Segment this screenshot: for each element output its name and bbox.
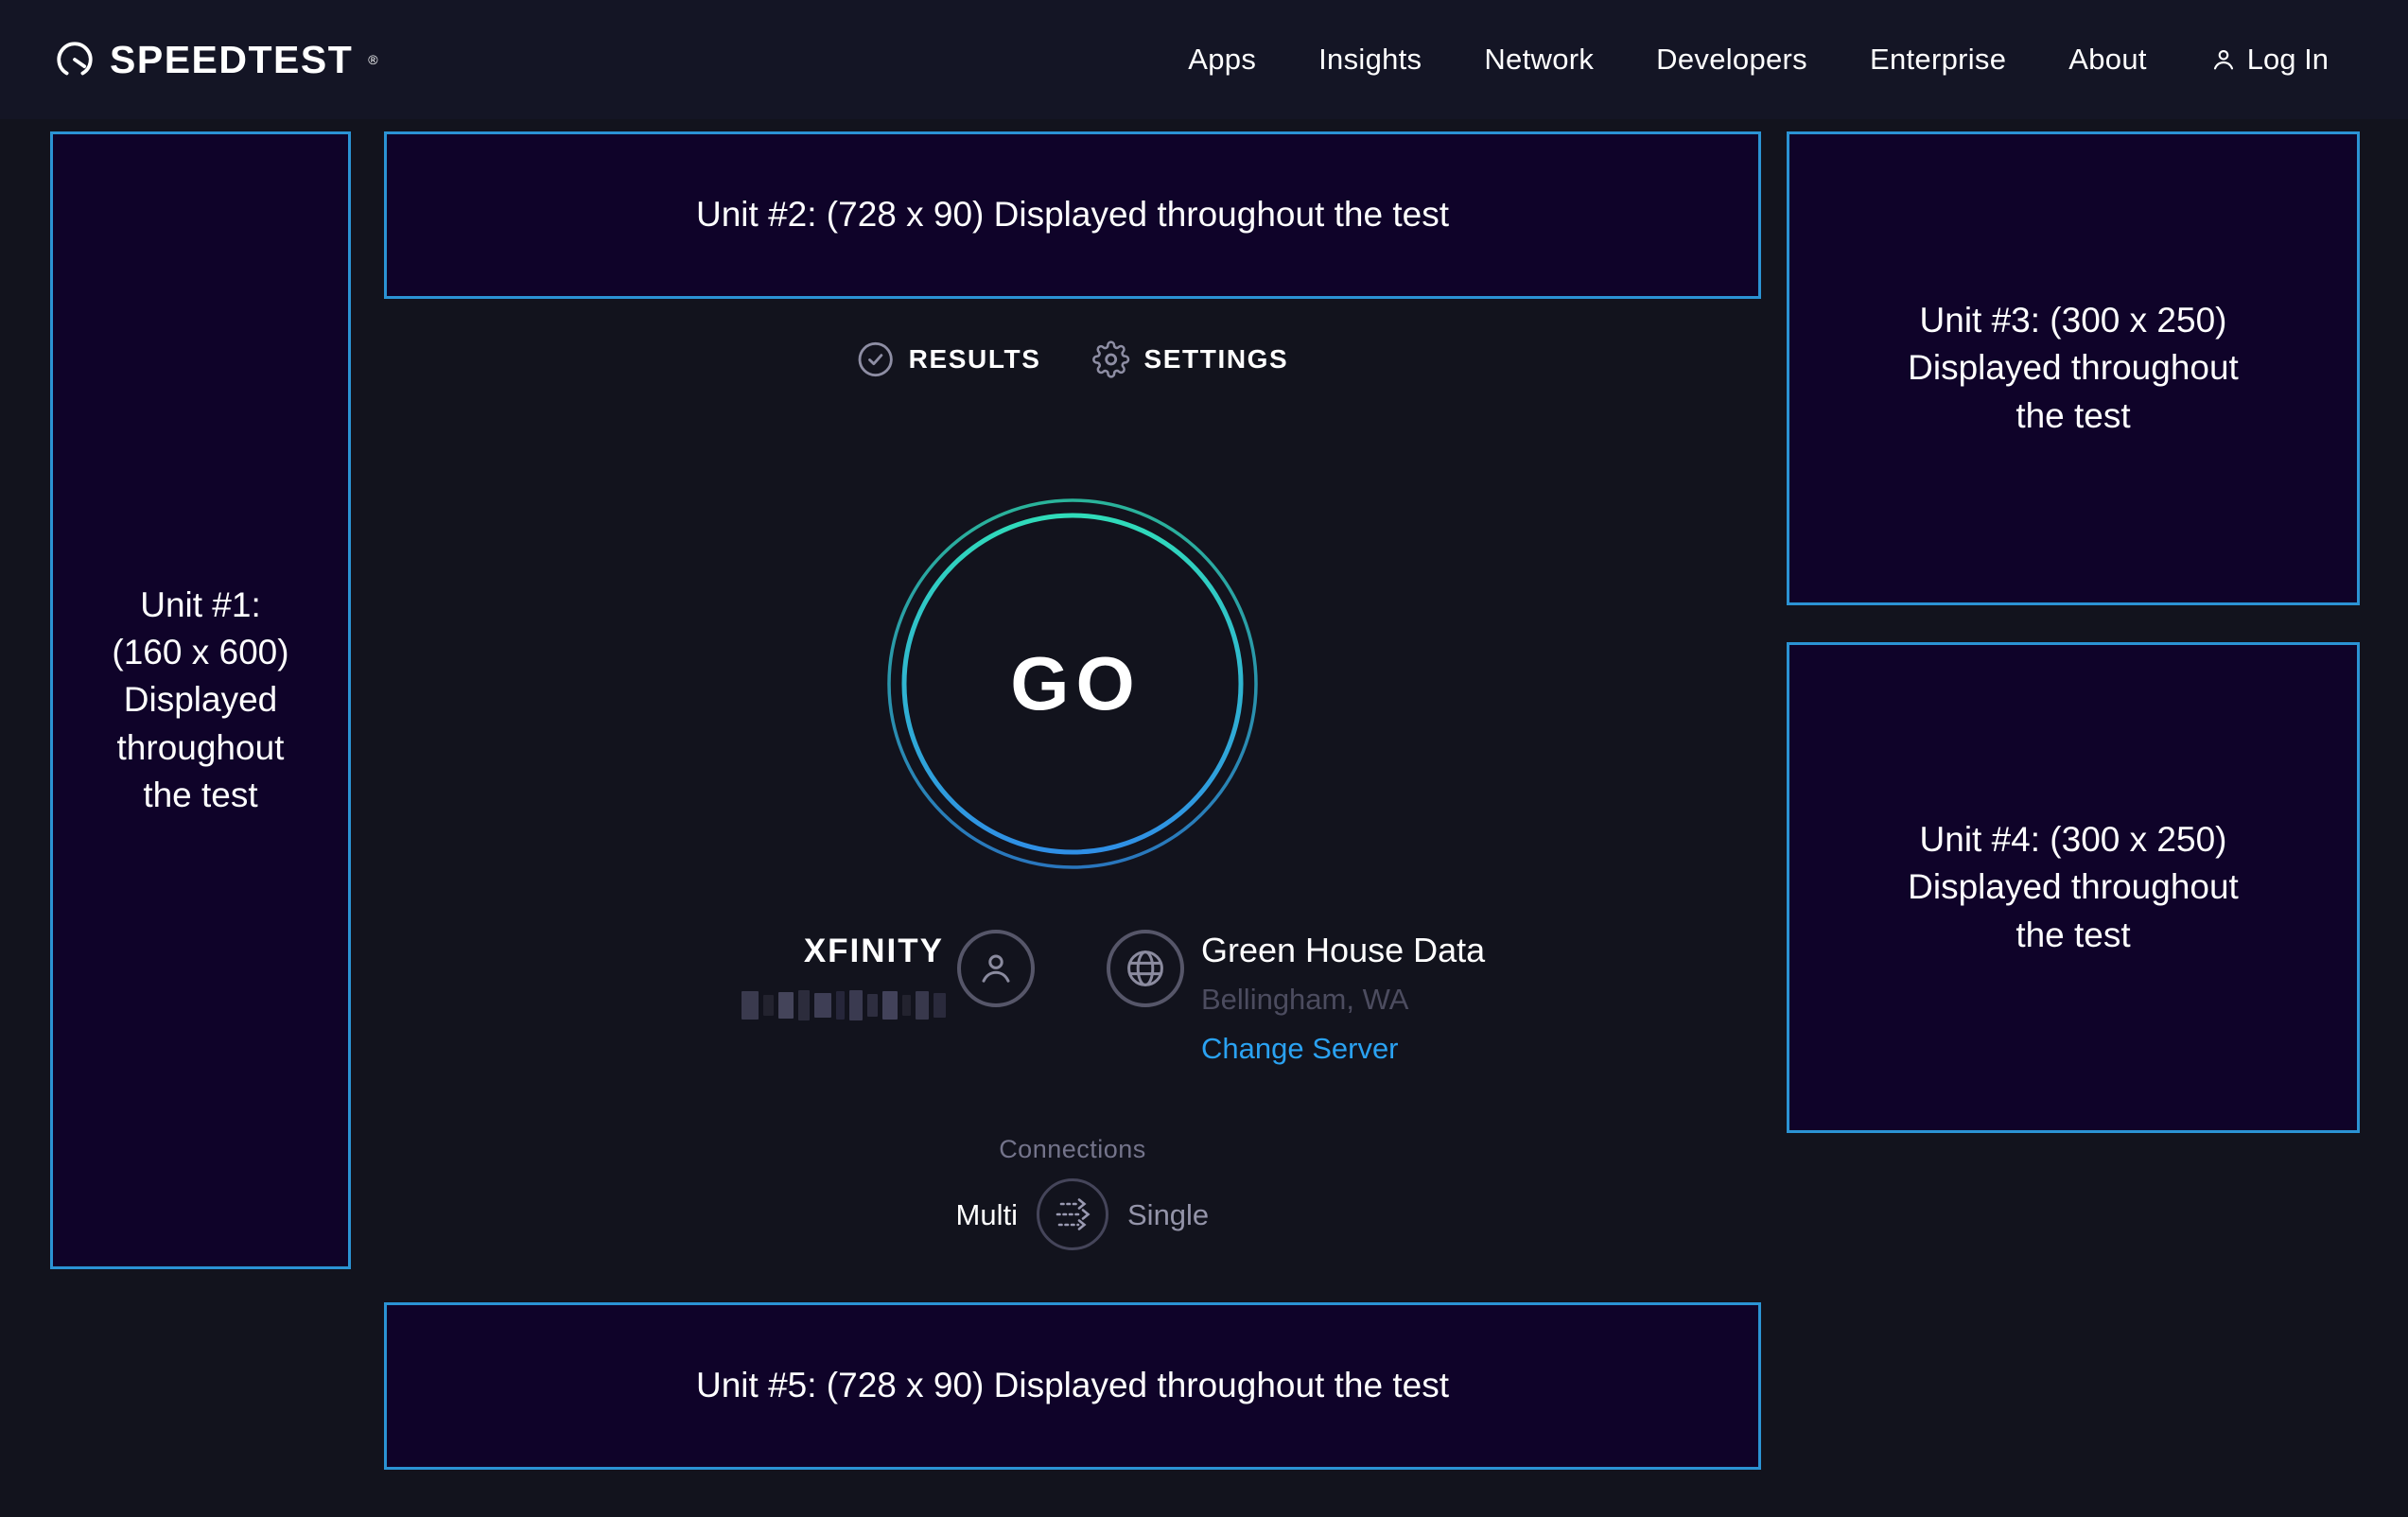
user-icon: [2209, 45, 2238, 74]
redacted-ip-blocks: [742, 989, 946, 1021]
go-button-label: GO: [886, 497, 1259, 870]
server-location: Bellingham, WA: [1201, 983, 1485, 1017]
ad-unit-1[interactable]: Unit #1: (160 x 600) Displayed throughou…: [50, 131, 351, 1269]
nav-item-developers[interactable]: Developers: [1656, 43, 1807, 77]
ad-unit-4[interactable]: Unit #4: (300 x 250) Displayed throughou…: [1787, 642, 2360, 1133]
ad-unit-2[interactable]: Unit #2: (728 x 90) Displayed throughout…: [384, 131, 1761, 299]
nav-item-apps[interactable]: Apps: [1188, 43, 1256, 77]
tab-settings[interactable]: SETTINGS: [1091, 340, 1288, 378]
ad-unit-3-text: Unit #3: (300 x 250) Displayed throughou…: [1908, 297, 2239, 440]
connections-label: Connections: [978, 1135, 1167, 1164]
connections-toggle[interactable]: [1037, 1178, 1108, 1250]
check-circle-icon: [857, 340, 895, 378]
nav-menu: Apps Insights Network Developers Enterpr…: [1188, 43, 2329, 77]
ad-unit-4-text: Unit #4: (300 x 250) Displayed throughou…: [1908, 816, 2239, 959]
server-name: Green House Data: [1201, 931, 1485, 970]
speedtest-logo[interactable]: SPEEDTEST ®: [53, 38, 378, 82]
connections-single-option[interactable]: Single: [1127, 1198, 1209, 1232]
ad-unit-5[interactable]: Unit #5: (728 x 90) Displayed throughout…: [384, 1302, 1761, 1470]
isp-avatar: [957, 930, 1035, 1007]
gear-icon: [1091, 340, 1129, 378]
ad-unit-5-text: Unit #5: (728 x 90) Displayed throughout…: [696, 1362, 1449, 1409]
speedtest-page: SPEEDTEST ® Apps Insights Network Develo…: [0, 0, 2408, 1517]
logo-trademark: ®: [368, 52, 377, 67]
view-tabs: RESULTS SETTINGS: [857, 340, 1289, 378]
multi-arrows-icon: [1048, 1190, 1097, 1239]
server-avatar: [1107, 930, 1184, 1007]
ad-unit-3[interactable]: Unit #3: (300 x 250) Displayed throughou…: [1787, 131, 2360, 605]
tab-settings-label: SETTINGS: [1143, 344, 1288, 375]
logo-wordmark: SPEEDTEST: [110, 38, 353, 82]
nav-item-network[interactable]: Network: [1484, 43, 1594, 77]
ad-unit-2-text: Unit #2: (728 x 90) Displayed throughout…: [696, 191, 1449, 238]
isp-name: XFINITY: [700, 933, 944, 970]
globe-icon: [1123, 946, 1168, 991]
person-icon: [973, 946, 1019, 991]
go-button[interactable]: GO: [886, 497, 1259, 870]
change-server-link[interactable]: Change Server: [1201, 1032, 1485, 1066]
login-label: Log In: [2247, 43, 2329, 77]
nav-item-about[interactable]: About: [2068, 43, 2147, 77]
tab-results[interactable]: RESULTS: [857, 340, 1041, 378]
nav-item-insights[interactable]: Insights: [1318, 43, 1422, 77]
nav-item-enterprise[interactable]: Enterprise: [1870, 43, 2006, 77]
ad-unit-1-text: Unit #1: (160 x 600) Displayed throughou…: [112, 582, 288, 820]
gauge-icon: [53, 38, 96, 81]
top-nav-bar: SPEEDTEST ® Apps Insights Network Develo…: [0, 0, 2408, 119]
connections-multi-option[interactable]: Multi: [876, 1198, 1018, 1232]
login-button[interactable]: Log In: [2209, 43, 2329, 77]
tab-results-label: RESULTS: [909, 344, 1041, 375]
server-info: Green House Data Bellingham, WA Change S…: [1201, 931, 1485, 1066]
